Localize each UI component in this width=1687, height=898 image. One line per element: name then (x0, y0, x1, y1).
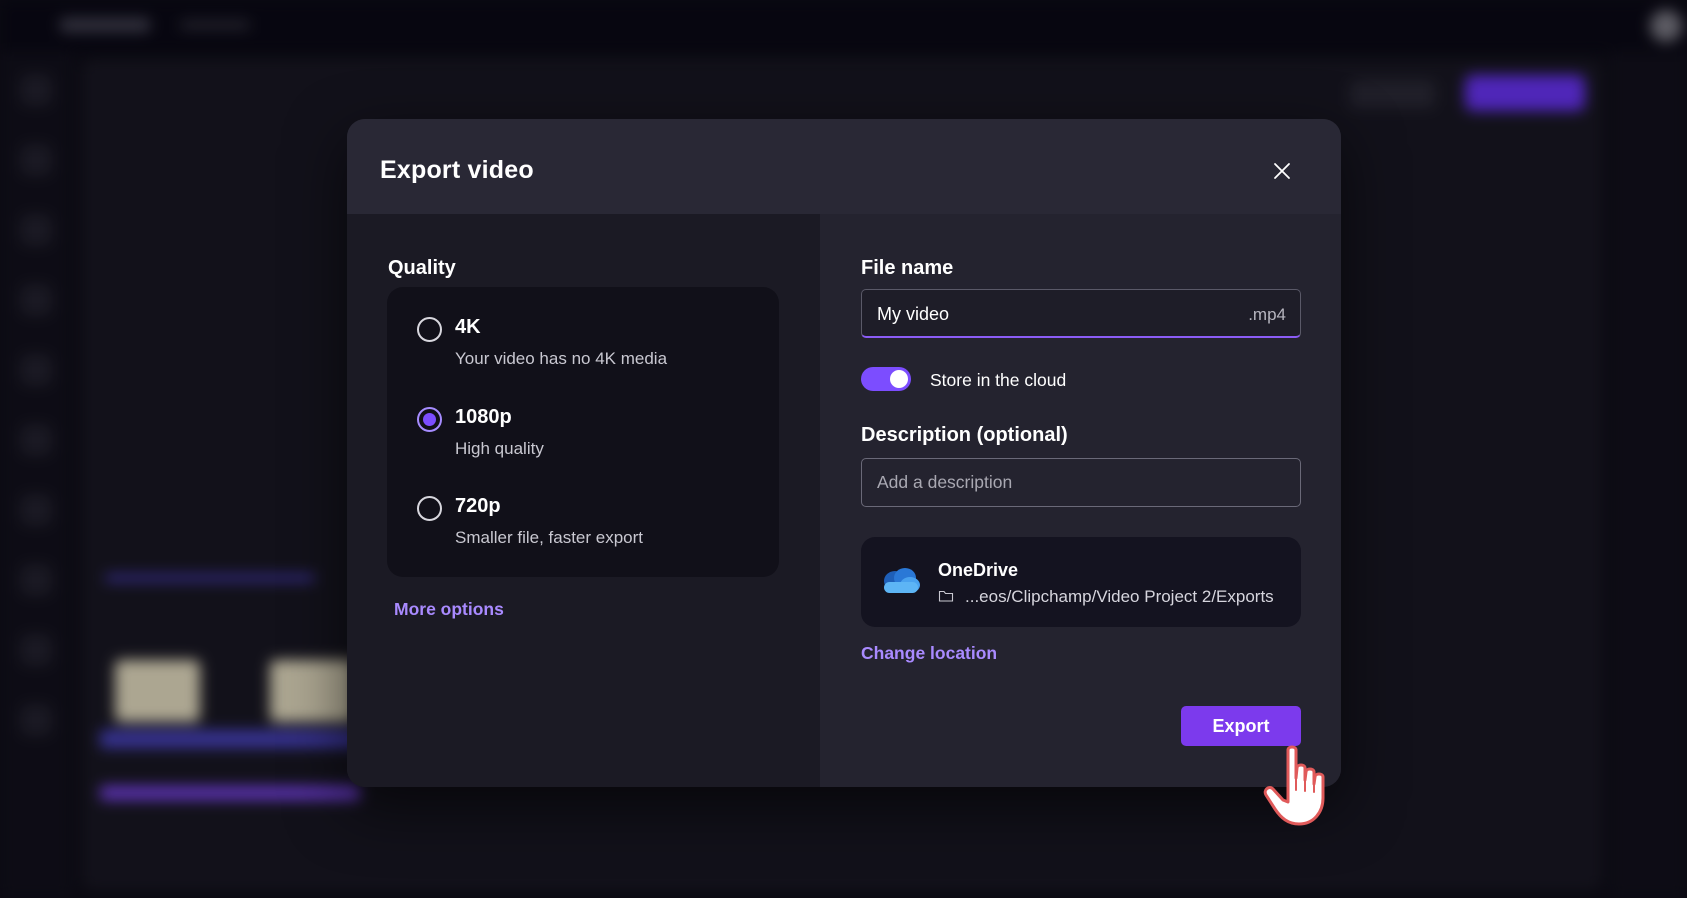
file-name-label: File name (861, 257, 954, 279)
background-rail-item (20, 284, 52, 316)
onedrive-cloud-icon (884, 568, 920, 593)
export-dialog: Export video Quality 4K Your video has n… (347, 119, 1341, 787)
background-rail-item (20, 214, 52, 246)
background-left-rail (0, 52, 72, 898)
background-timeline-audio (100, 786, 360, 800)
quality-options: 4K Your video has no 4K media 1080p High… (387, 287, 779, 577)
location-path: ...eos/Clipchamp/Video Project 2/Exports (965, 587, 1274, 606)
quality-option-title: 720p (455, 495, 501, 517)
quality-option-4k[interactable]: 4K Your video has no 4K media (415, 306, 755, 376)
radio-720p[interactable] (417, 496, 442, 521)
hand-pointer-cursor-icon (1263, 745, 1325, 826)
close-icon (1274, 163, 1290, 179)
folder-icon (938, 590, 954, 602)
quality-option-subtitle: Smaller file, faster export (455, 528, 644, 547)
background-progress (105, 575, 315, 581)
save-location-card: OneDrive ...eos/Clipchamp/Video Project … (861, 537, 1301, 627)
quality-option-1080p[interactable]: 1080p High quality (415, 396, 755, 466)
background-rail-item (20, 354, 52, 386)
file-extension: .mp4 (1248, 305, 1286, 324)
background-title (180, 20, 250, 30)
background-avatar (1650, 10, 1682, 42)
location-service-name: OneDrive (938, 560, 1019, 580)
quality-option-title: 1080p (455, 406, 512, 428)
background-topbar (0, 0, 1687, 52)
description-input[interactable] (861, 458, 1301, 507)
background-export-button (1465, 75, 1585, 111)
background-rail-item (20, 74, 52, 106)
file-name-input[interactable]: My video .mp4 (861, 289, 1301, 338)
file-name-value: My video (877, 304, 950, 324)
change-location-link[interactable]: Change location (861, 643, 997, 664)
background-rail-item (20, 424, 52, 456)
background-button (1350, 80, 1435, 108)
background-rail-item (20, 564, 52, 596)
background-rail-item (20, 634, 52, 666)
background-rail-item (20, 494, 52, 526)
background-right-rail (1610, 52, 1687, 898)
quality-option-subtitle: Your video has no 4K media (455, 349, 668, 368)
description-label: Description (optional) (861, 424, 1068, 446)
close-button[interactable] (1267, 156, 1297, 186)
toggle-knob (890, 370, 908, 388)
quality-option-title: 4K (455, 316, 481, 338)
store-in-cloud-label: Store in the cloud (930, 370, 1067, 390)
background-thumbnail (115, 660, 200, 722)
background-timeline-clip (100, 730, 360, 748)
quality-option-subtitle: High quality (455, 439, 544, 458)
background-logo (60, 18, 150, 32)
background-rail-item (20, 144, 52, 176)
export-button[interactable]: Export (1181, 706, 1301, 746)
quality-option-720p[interactable]: 720p Smaller file, faster export (415, 485, 755, 555)
more-options-link[interactable]: More options (394, 599, 504, 620)
radio-1080p[interactable] (417, 407, 442, 432)
dialog-header: Export video (347, 119, 1341, 214)
background-thumbnail (270, 660, 355, 722)
dialog-title: Export video (380, 156, 534, 184)
screen: Export video Quality 4K Your video has n… (0, 0, 1687, 898)
store-in-cloud-toggle[interactable] (861, 367, 911, 391)
radio-4k[interactable] (417, 317, 442, 342)
background-rail-item (20, 704, 52, 736)
quality-label: Quality (388, 257, 456, 279)
